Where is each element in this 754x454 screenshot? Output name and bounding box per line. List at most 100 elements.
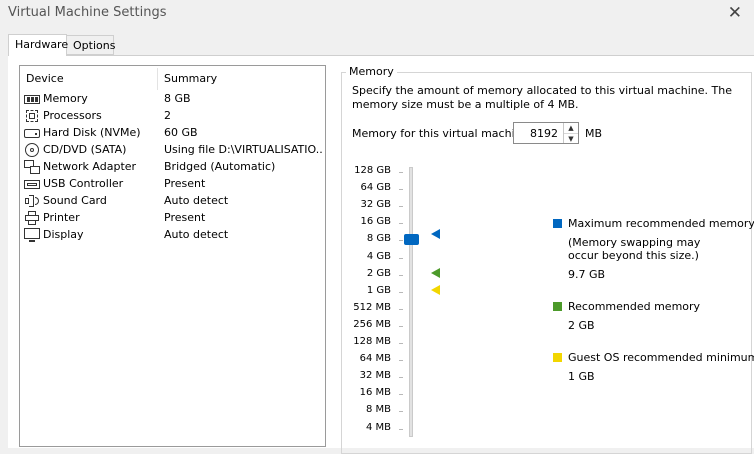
guest-minimum-swatch	[553, 353, 562, 362]
scale-label: 128 GB	[354, 165, 391, 176]
scale-label: 16 MB	[359, 387, 391, 399]
scale-tick	[399, 428, 403, 430]
device-name: Hard Disk (NVMe)	[43, 126, 141, 139]
scale-tick	[399, 394, 403, 396]
max-recommended-note: (Memory swapping may	[568, 236, 701, 249]
cd-dvd-icon	[24, 143, 40, 157]
scale-tick	[399, 325, 403, 327]
device-row-display[interactable]: Display Auto detect	[20, 227, 325, 244]
scale-label: 64 MB	[359, 353, 391, 365]
device-list: Device Summary Memory 8 GB Processors 2 …	[19, 65, 326, 447]
device-row-usb-controller[interactable]: USB Controller Present	[20, 176, 325, 193]
speaker-icon	[24, 194, 40, 208]
network-adapter-icon	[24, 160, 40, 174]
device-row-printer[interactable]: Printer Present	[20, 210, 325, 227]
device-row-network-adapter[interactable]: Network Adapter Bridged (Automatic)	[20, 159, 325, 176]
title-bar: Virtual Machine Settings ✕	[0, 0, 754, 30]
scale-label: 128 MB	[353, 336, 391, 347]
scale-tick	[399, 240, 403, 242]
recommended-swatch	[553, 302, 562, 311]
spin-up-icon[interactable]: ▲	[564, 123, 578, 133]
max-recommended-note: occur beyond this size.)	[568, 249, 699, 262]
memory-spinbox[interactable]: 8192 ▲ ▼	[513, 122, 579, 144]
scale-tick	[399, 274, 403, 276]
scale-label: 32 MB	[359, 370, 391, 382]
scale-label: 8 GB	[366, 233, 391, 245]
device-row-cd-dvd[interactable]: CD/DVD (SATA) Using file D:\VIRTUALISATI…	[20, 142, 325, 159]
device-name: Network Adapter	[43, 160, 137, 173]
scale-label: 4 MB	[365, 421, 391, 433]
processor-icon	[24, 109, 40, 123]
scale-label: 16 GB	[360, 216, 391, 228]
recommended-label: Recommended memory	[568, 300, 701, 313]
column-header-summary[interactable]: Summary	[164, 72, 217, 85]
scale-label: 512 MB	[353, 301, 391, 313]
close-icon[interactable]: ✕	[728, 3, 742, 23]
tab-hardware[interactable]: Hardware	[8, 34, 68, 56]
device-summary: 8 GB	[164, 92, 191, 105]
scale-tick	[399, 223, 403, 225]
spin-down-icon[interactable]: ▼	[564, 133, 578, 144]
scale-tick	[399, 343, 403, 344]
monitor-icon	[24, 228, 40, 242]
scale-label: 32 GB	[360, 199, 391, 211]
memory-slider-thumb[interactable]	[404, 234, 419, 245]
scale-label: 8 MB	[365, 404, 391, 416]
scale-label: 1 GB	[366, 284, 391, 296]
device-name: Display	[43, 228, 84, 241]
device-name: CD/DVD (SATA)	[43, 143, 127, 156]
device-summary: Using file D:\VIRTUALISATIO...	[164, 143, 322, 156]
scale-label: 64 GB	[360, 182, 391, 194]
usb-icon	[24, 177, 40, 191]
memory-slider-track[interactable]	[409, 167, 413, 437]
device-name: Printer	[43, 211, 80, 224]
memory-field-label: Memory for this virtual machine:	[352, 127, 533, 140]
memory-group-title: Memory	[346, 65, 397, 78]
device-row-processors[interactable]: Processors 2	[20, 108, 325, 125]
device-name: Processors	[43, 109, 102, 122]
device-name: Memory	[43, 92, 88, 105]
device-row-memory[interactable]: Memory 8 GB	[20, 91, 325, 108]
scale-tick	[399, 189, 403, 191]
scale-tick	[399, 172, 403, 173]
column-divider[interactable]	[157, 68, 158, 90]
device-summary: Present	[164, 177, 206, 190]
memory-spin-buttons: ▲ ▼	[563, 123, 578, 143]
scale-tick	[399, 308, 403, 310]
device-summary: Present	[164, 211, 206, 224]
guest-minimum-label: Guest OS recommended minimum	[568, 351, 754, 364]
guest-minimum-value: 1 GB	[568, 370, 595, 383]
device-summary: 60 GB	[164, 126, 198, 139]
memory-unit: MB	[585, 127, 603, 140]
tab-options[interactable]: Options	[66, 35, 115, 55]
device-summary: Auto detect	[164, 194, 229, 207]
device-summary: Bridged (Automatic)	[164, 160, 276, 173]
recommended-value: 2 GB	[568, 319, 595, 332]
device-row-hard-disk[interactable]: Hard Disk (NVMe) 60 GB	[20, 125, 325, 142]
scale-tick	[399, 206, 403, 208]
device-row-sound-card[interactable]: Sound Card Auto detect	[20, 193, 325, 210]
max-recommended-label: Maximum recommended memory	[568, 217, 754, 230]
device-name: Sound Card	[43, 194, 107, 207]
hard-disk-icon	[24, 126, 40, 140]
column-header-device[interactable]: Device	[26, 72, 64, 85]
max-recommended-swatch	[553, 219, 562, 228]
scale-label: 256 MB	[353, 318, 391, 330]
device-summary: 2	[164, 109, 171, 122]
memory-description: Specify the amount of memory allocated t…	[352, 84, 732, 111]
max-recommended-marker-icon	[431, 229, 440, 239]
scale-label: 4 GB	[366, 250, 391, 262]
recommended-marker-icon	[431, 268, 440, 278]
scale-tick	[399, 360, 403, 362]
printer-icon	[24, 211, 40, 225]
memory-input[interactable]: 8192	[514, 127, 558, 140]
window-title: Virtual Machine Settings	[8, 5, 167, 20]
scale-tick	[399, 291, 403, 293]
scale-tick	[399, 377, 403, 379]
scale-tick	[399, 257, 403, 259]
memory-icon	[24, 92, 40, 106]
guest-minimum-marker-icon	[431, 285, 440, 295]
device-name: USB Controller	[43, 177, 124, 190]
max-recommended-value: 9.7 GB	[568, 268, 606, 281]
scale-label: 2 GB	[366, 267, 391, 279]
